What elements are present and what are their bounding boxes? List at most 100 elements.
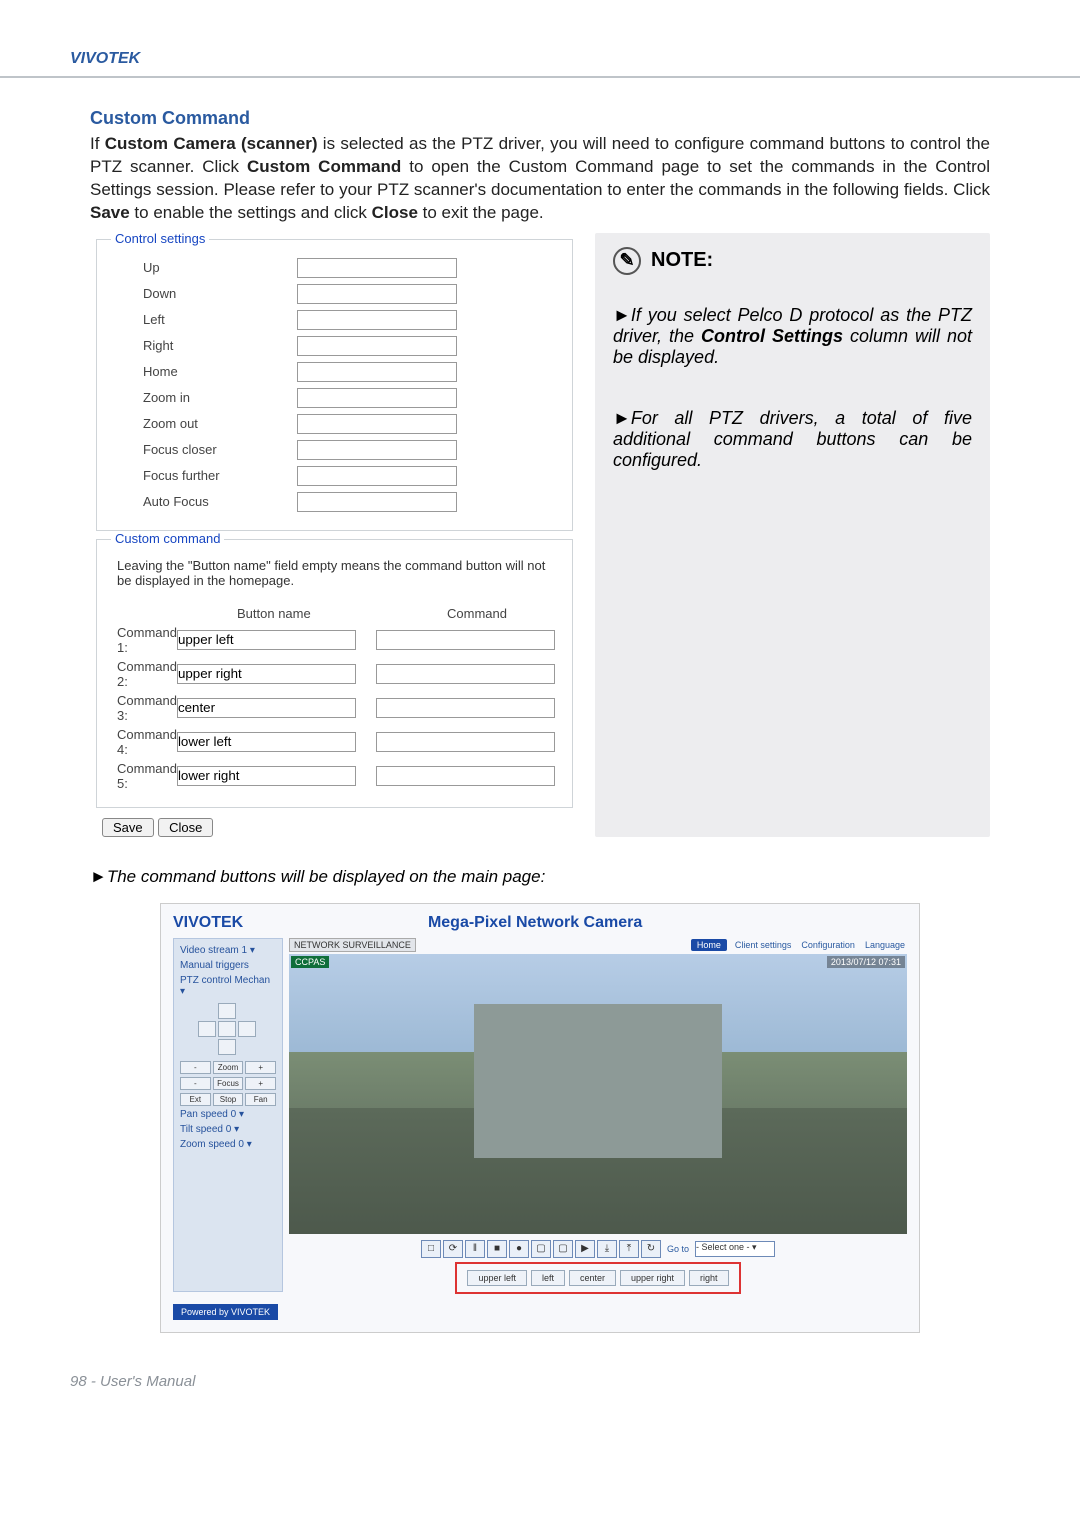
ctrl-label-8: Focus further — [117, 468, 297, 483]
lv-video: CCPAS 2013/07/12 07:31 — [289, 954, 907, 1234]
cmd-name-input-1[interactable] — [177, 664, 356, 684]
ctrl-input-9[interactable] — [297, 492, 457, 512]
ctrl-input-4[interactable] — [297, 362, 457, 382]
lv-toolbar-icon-3[interactable]: ■ — [487, 1240, 507, 1258]
lv-logo: VIVOTEK — [173, 914, 243, 932]
lv-tab-language[interactable]: Language — [863, 939, 907, 951]
ctrl-label-9: Auto Focus — [117, 494, 297, 509]
cmd-value-input-3[interactable] — [376, 732, 555, 752]
lv-zoom-value[interactable]: 0 — [238, 1139, 244, 1150]
t: If — [90, 134, 105, 153]
ctrl-input-0[interactable] — [297, 258, 457, 278]
t: Custom Camera (scanner) — [105, 134, 318, 153]
lv-toolbar-icon-10[interactable]: ↻ — [641, 1240, 661, 1258]
dpad-home[interactable] — [218, 1021, 236, 1037]
lv-video-stream-label: Video stream — [180, 945, 239, 956]
lv-pan-value[interactable]: 0 — [231, 1109, 237, 1120]
lv-custom-button-0[interactable]: upper left — [467, 1270, 527, 1286]
focus-btn-0[interactable]: - — [180, 1077, 211, 1090]
cc-header: Button name Command — [117, 606, 552, 621]
misc-btn-2[interactable]: Fan — [245, 1093, 276, 1106]
t: Custom Command — [247, 157, 401, 176]
lv-dpad[interactable] — [198, 1003, 258, 1055]
cmd-name-input-2[interactable] — [177, 698, 356, 718]
cmd-label-1: Command 2: — [117, 659, 177, 689]
dpad-right[interactable] — [238, 1021, 256, 1037]
cmd-value-input-0[interactable] — [376, 630, 555, 650]
lv-toolbar-icon-7[interactable]: ▶ — [575, 1240, 595, 1258]
lv-toolbar-icon-8[interactable]: ⤓ — [597, 1240, 617, 1258]
lv-custom-button-1[interactable]: left — [531, 1270, 565, 1286]
lv-goto-label: Go to — [667, 1244, 689, 1254]
lv-toolbar-icon-6[interactable]: ▢ — [553, 1240, 573, 1258]
lv-video-tag: CCPAS — [291, 956, 329, 968]
ctrl-input-6[interactable] — [297, 414, 457, 434]
lv-custom-button-3[interactable]: upper right — [620, 1270, 685, 1286]
t: For all PTZ drivers, a total of five add… — [613, 408, 972, 470]
lv-manual-triggers[interactable]: Manual triggers — [180, 960, 276, 971]
focus-btn-1[interactable]: Focus — [213, 1077, 244, 1090]
lv-toolbar-icon-0[interactable]: □ — [421, 1240, 441, 1258]
lv-sidebar: Video stream 1 ▾ Manual triggers PTZ con… — [173, 938, 283, 1292]
lv-powered-by: Powered by VIVOTEK — [173, 1304, 278, 1320]
lv-ptz-value[interactable]: Mechan — [234, 975, 270, 986]
cmd-value-input-4[interactable] — [376, 766, 555, 786]
lv-tilt-label: Tilt speed — [180, 1124, 223, 1135]
zoom-btn-2[interactable]: + — [245, 1061, 276, 1074]
t: Close — [372, 203, 418, 222]
lv-tab-client-settings[interactable]: Client settings — [733, 939, 794, 951]
cmd-label-3: Command 4: — [117, 727, 177, 757]
intro-paragraph: If Custom Camera (scanner) is selected a… — [90, 133, 990, 225]
lv-toolbar-icon-4[interactable]: ● — [509, 1240, 529, 1258]
dpad-up[interactable] — [218, 1003, 236, 1019]
cmd-value-input-2[interactable] — [376, 698, 555, 718]
ctrl-label-0: Up — [117, 260, 297, 275]
close-button[interactable]: Close — [158, 818, 213, 837]
cmd-name-input-0[interactable] — [177, 630, 356, 650]
ctrl-label-1: Down — [117, 286, 297, 301]
zoom-btn-1[interactable]: Zoom — [213, 1061, 244, 1074]
ctrl-label-2: Left — [117, 312, 297, 327]
ctrl-label-5: Zoom in — [117, 390, 297, 405]
brand-header: VIVOTEK — [70, 50, 1010, 68]
lv-title: Mega-Pixel Network Camera — [428, 914, 642, 932]
cmd-value-input-1[interactable] — [376, 664, 555, 684]
ctrl-label-3: Right — [117, 338, 297, 353]
focus-btn-2[interactable]: + — [245, 1077, 276, 1090]
ctrl-input-2[interactable] — [297, 310, 457, 330]
save-button[interactable]: Save — [102, 818, 154, 837]
lv-toolbar-icon-1[interactable]: ⟳ — [443, 1240, 463, 1258]
zoom-btn-0[interactable]: - — [180, 1061, 211, 1074]
ctrl-input-8[interactable] — [297, 466, 457, 486]
dpad-down[interactable] — [218, 1039, 236, 1055]
lv-custom-button-4[interactable]: right — [689, 1270, 729, 1286]
misc-btn-0[interactable]: Ext — [180, 1093, 211, 1106]
ctrl-label-6: Zoom out — [117, 416, 297, 431]
ctrl-input-1[interactable] — [297, 284, 457, 304]
t: to enable the settings and click — [130, 203, 372, 222]
lv-toolbar-icon-2[interactable]: ‖ — [465, 1240, 485, 1258]
lv-tab-configuration[interactable]: Configuration — [799, 939, 857, 951]
misc-btn-1[interactable]: Stop — [213, 1093, 244, 1106]
ctrl-input-3[interactable] — [297, 336, 457, 356]
custom-command-fieldset: Custom command Leaving the "Button name"… — [96, 539, 573, 808]
lv-toolbar-icon-9[interactable]: ⤒ — [619, 1240, 639, 1258]
lv-custom-button-2[interactable]: center — [569, 1270, 616, 1286]
ctrl-input-5[interactable] — [297, 388, 457, 408]
ctrl-input-7[interactable] — [297, 440, 457, 460]
t: to exit the page. — [418, 203, 544, 222]
cmd-label-0: Command 1: — [117, 625, 177, 655]
lv-tab-home[interactable]: Home — [691, 939, 727, 951]
dpad-left[interactable] — [198, 1021, 216, 1037]
lv-tilt-value[interactable]: 0 — [226, 1124, 232, 1135]
control-settings-legend: Control settings — [111, 231, 209, 246]
caption: ►The command buttons will be displayed o… — [90, 867, 990, 887]
cmd-name-input-4[interactable] — [177, 766, 356, 786]
cmd-name-input-3[interactable] — [177, 732, 356, 752]
col-command: Command — [447, 606, 507, 621]
lv-video-stream-value[interactable]: 1 — [242, 945, 248, 956]
cmd-label-2: Command 3: — [117, 693, 177, 723]
lv-goto-select[interactable]: - Select one - ▾ — [695, 1241, 775, 1257]
section-title: Custom Command — [90, 108, 990, 129]
lv-toolbar-icon-5[interactable]: ▢ — [531, 1240, 551, 1258]
